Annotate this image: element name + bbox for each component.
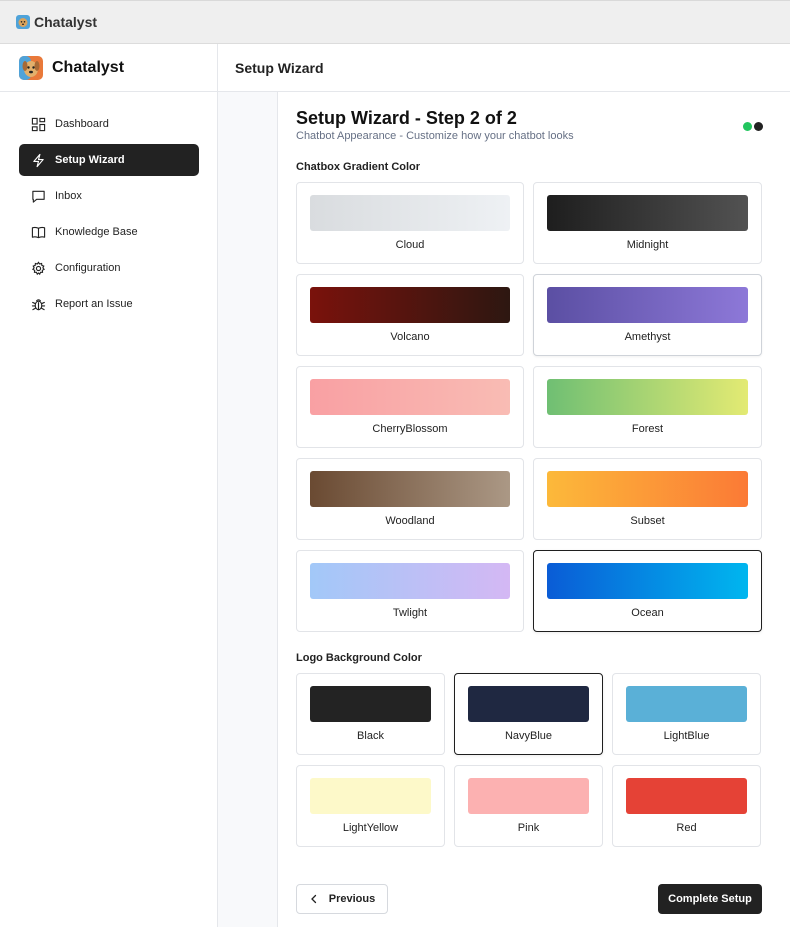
gradient-option-twlight[interactable]: Twlight bbox=[296, 550, 524, 632]
step-dot-1 bbox=[743, 122, 752, 131]
window-titlebar: Chatalyst bbox=[0, 0, 790, 44]
sidebar-item-label: Knowledge Base bbox=[55, 226, 138, 238]
lightning-icon bbox=[33, 153, 44, 167]
logo-bg-option-label: NavyBlue bbox=[504, 730, 553, 742]
gradient-swatch bbox=[310, 379, 510, 415]
gradient-option-forest[interactable]: Forest bbox=[533, 366, 762, 448]
logo-bg-swatch bbox=[468, 686, 589, 722]
gradient-swatch bbox=[310, 195, 510, 231]
gear-icon bbox=[32, 260, 45, 275]
chevron-left-icon bbox=[310, 894, 316, 904]
sidebar-item-label: Setup Wizard bbox=[55, 154, 125, 166]
logo-bg-option-pink[interactable]: Pink bbox=[454, 765, 603, 847]
gradient-option-cloud[interactable]: Cloud bbox=[296, 182, 524, 264]
gradient-option-subset[interactable]: Subset bbox=[533, 458, 762, 540]
gradient-option-label: Midnight bbox=[626, 239, 669, 251]
logo-bg-option-label: Red bbox=[676, 822, 697, 834]
logo-bg-option-navyblue[interactable]: NavyBlue bbox=[454, 673, 603, 755]
previous-button[interactable]: Previous bbox=[296, 884, 388, 914]
dashboard-icon bbox=[31, 117, 46, 131]
gradient-swatch bbox=[547, 563, 748, 599]
bug-icon bbox=[31, 298, 46, 310]
complete-setup-button[interactable]: Complete Setup bbox=[658, 884, 762, 914]
gradient-swatch bbox=[310, 563, 510, 599]
logo-bg-option-red[interactable]: Red bbox=[612, 765, 761, 847]
gradient-option-label: Woodland bbox=[385, 515, 435, 527]
gradient-option-label: CherryBlossom bbox=[372, 423, 448, 435]
sidebar-item-label: Report an Issue bbox=[55, 298, 133, 310]
previous-button-label: Previous bbox=[328, 893, 376, 905]
gradient-option-label: Subset bbox=[630, 515, 665, 527]
logo-bg-option-label: LightBlue bbox=[663, 730, 710, 742]
logo-bg-swatch bbox=[626, 778, 747, 814]
logo-bg-section-label: Logo Background Color bbox=[296, 652, 422, 664]
complete-setup-button-label: Complete Setup bbox=[668, 893, 752, 905]
gradient-swatch bbox=[310, 287, 510, 323]
gradient-swatch bbox=[547, 379, 748, 415]
brand-name: Chatalyst bbox=[52, 58, 125, 76]
window-title: Chatalyst bbox=[34, 14, 98, 30]
sidebar-item-label: Dashboard bbox=[55, 118, 109, 130]
dog-avatar-icon bbox=[16, 15, 30, 29]
gradient-swatch bbox=[310, 471, 510, 507]
gradient-option-volcano[interactable]: Volcano bbox=[296, 274, 524, 356]
gradient-option-ocean[interactable]: Ocean bbox=[533, 550, 762, 632]
gradient-options: Cloud Midnight Volcano Amethyst CherryBlosso… bbox=[296, 182, 762, 632]
gradient-option-label: Amethyst bbox=[624, 331, 671, 343]
step-indicator bbox=[743, 122, 763, 131]
sidebar-item-label: Configuration bbox=[55, 262, 121, 274]
sidebar-item-dashboard[interactable]: Dashboard bbox=[19, 108, 199, 140]
gradient-option-label: Volcano bbox=[390, 331, 430, 343]
gradient-option-amethyst[interactable]: Amethyst bbox=[533, 274, 762, 356]
gradient-swatch bbox=[547, 287, 748, 323]
sidebar-item-knowledge-base[interactable]: Knowledge Base bbox=[19, 216, 199, 248]
sidebar-item-report-issue[interactable]: Report an Issue bbox=[19, 288, 199, 320]
wizard-subtitle: Chatbot Appearance - Customize how your … bbox=[296, 130, 574, 142]
logo-bg-option-label: LightYellow bbox=[342, 822, 399, 834]
logo-bg-swatch bbox=[310, 686, 431, 722]
page-header: Setup Wizard bbox=[218, 44, 790, 92]
logo-bg-option-label: Pink bbox=[517, 822, 540, 834]
wizard-title: Setup Wizard - Step 2 of 2 bbox=[296, 108, 517, 128]
brand: Chatalyst bbox=[0, 44, 217, 92]
gradient-option-woodland[interactable]: Woodland bbox=[296, 458, 524, 540]
sidebar-nav: Dashboard Setup Wizard Inbox Knowledge B… bbox=[0, 92, 217, 320]
gradient-swatch bbox=[547, 471, 748, 507]
page-title: Setup Wizard bbox=[235, 59, 324, 76]
gradient-option-midnight[interactable]: Midnight bbox=[533, 182, 762, 264]
dog-avatar-icon bbox=[19, 55, 43, 80]
sidebar-item-label: Inbox bbox=[55, 190, 82, 202]
gradient-option-label: Cloud bbox=[395, 239, 425, 251]
sidebar-item-inbox[interactable]: Inbox bbox=[19, 180, 199, 212]
sidebar-item-configuration[interactable]: Configuration bbox=[19, 252, 199, 284]
logo-bg-option-black[interactable]: Black bbox=[296, 673, 445, 755]
gradient-section-label: Chatbox Gradient Color bbox=[296, 161, 421, 173]
logo-bg-swatch bbox=[626, 686, 747, 722]
logo-bg-option-lightyellow[interactable]: LightYellow bbox=[296, 765, 445, 847]
gradient-swatch bbox=[547, 195, 748, 231]
gradient-option-label: Ocean bbox=[631, 607, 664, 619]
gradient-option-cherryblossom[interactable]: CherryBlossom bbox=[296, 366, 524, 448]
gradient-option-label: Twlight bbox=[392, 607, 428, 619]
chat-bubble-icon bbox=[32, 190, 45, 203]
sidebar-item-setup-wizard[interactable]: Setup Wizard bbox=[19, 144, 199, 176]
logo-bg-option-label: Black bbox=[357, 730, 384, 742]
wizard-heading: Setup Wizard - Step 2 of 2 Chatbot Appea… bbox=[296, 108, 574, 142]
main-area: Setup Wizard - Step 2 of 2 Chatbot Appea… bbox=[218, 92, 790, 927]
logo-bg-option-lightblue[interactable]: LightBlue bbox=[612, 673, 761, 755]
step-dot-2 bbox=[754, 122, 763, 131]
logo-bg-swatch bbox=[468, 778, 589, 814]
wizard-card: Setup Wizard - Step 2 of 2 Chatbot Appea… bbox=[277, 92, 790, 927]
book-icon bbox=[31, 226, 46, 238]
sidebar: Chatalyst Dashboard Setup Wizard Inbox K… bbox=[0, 44, 218, 927]
logo-bg-swatch bbox=[310, 778, 431, 814]
logo-bg-options: Black NavyBlue LightBlue LightYellow Pink Red bbox=[296, 673, 761, 847]
gradient-option-label: Forest bbox=[631, 423, 664, 435]
